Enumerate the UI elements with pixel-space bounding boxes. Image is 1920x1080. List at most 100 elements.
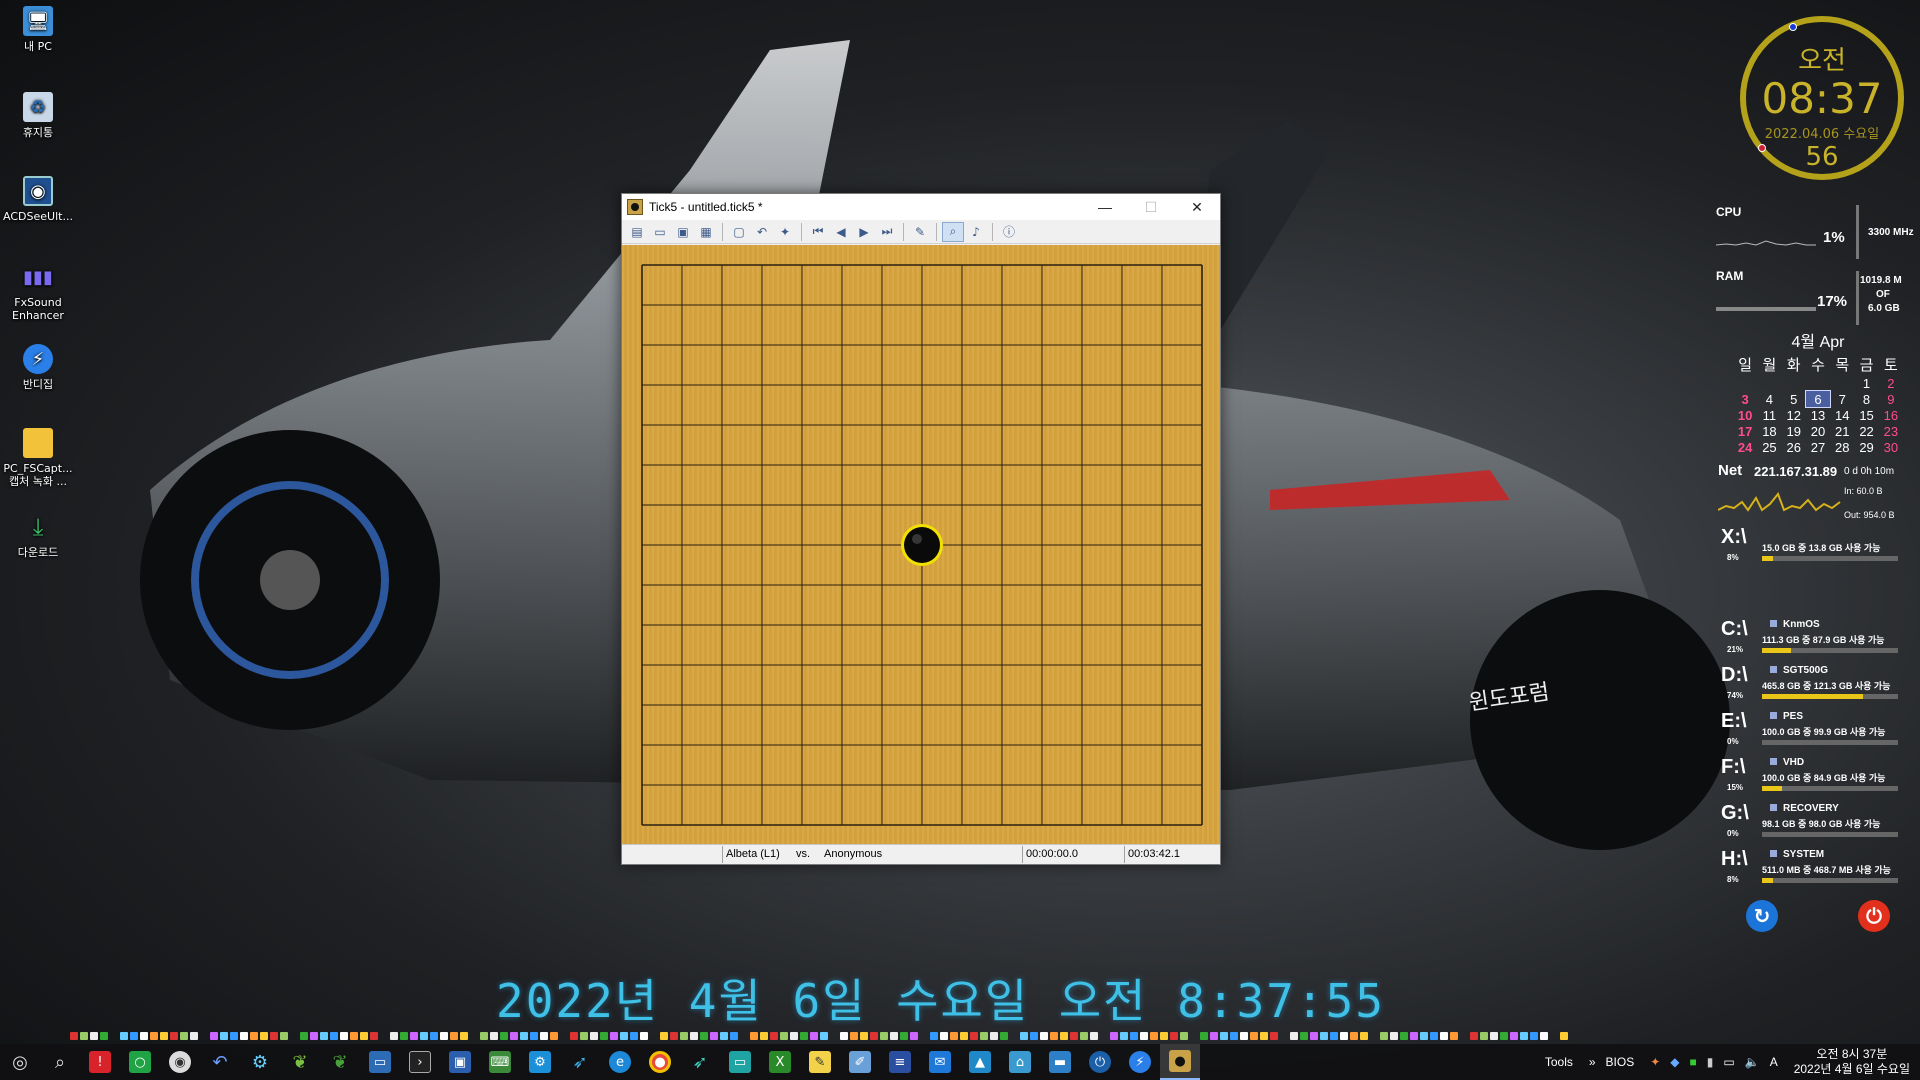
taskbar-app[interactable]: X xyxy=(760,1044,800,1080)
quick-launch-icon[interactable] xyxy=(1420,1032,1428,1040)
quick-launch-icon[interactable] xyxy=(1110,1032,1118,1040)
quick-launch-icon[interactable] xyxy=(1460,1032,1468,1040)
taskbar-app[interactable]: › xyxy=(400,1044,440,1080)
quick-launch-icon[interactable] xyxy=(230,1032,238,1040)
quick-launch-icon[interactable] xyxy=(860,1032,868,1040)
board-grid[interactable] xyxy=(622,245,1220,845)
quick-launch-icon[interactable] xyxy=(840,1032,848,1040)
save-icon[interactable]: ▣ xyxy=(672,222,694,242)
quick-launch-icon[interactable] xyxy=(770,1032,778,1040)
taskbar-app[interactable]: ✉ xyxy=(920,1044,960,1080)
restart-button[interactable]: ↻ xyxy=(1746,900,1778,932)
quick-launch-icon[interactable] xyxy=(370,1032,378,1040)
start-button[interactable]: ◎ xyxy=(0,1044,40,1080)
desktop-icon-my-pc[interactable]: 🖥 내 PC xyxy=(2,6,74,53)
quick-launch-icon[interactable] xyxy=(1490,1032,1498,1040)
taskbar-app[interactable]: ! xyxy=(80,1044,120,1080)
taskbar-app[interactable]: ▣ xyxy=(440,1044,480,1080)
quick-launch-icon[interactable] xyxy=(260,1032,268,1040)
quick-launch-icon[interactable] xyxy=(820,1032,828,1040)
quick-launch-icon[interactable] xyxy=(710,1032,718,1040)
quick-launch-icon[interactable] xyxy=(830,1032,838,1040)
quick-launch-icon[interactable] xyxy=(150,1032,158,1040)
taskbar-app[interactable]: ⚙ xyxy=(520,1044,560,1080)
quick-launch-icon[interactable] xyxy=(1200,1032,1208,1040)
tray-app-icon[interactable]: ■ xyxy=(1690,1055,1697,1069)
quick-launch-icon[interactable] xyxy=(100,1032,108,1040)
quick-launch-icon[interactable] xyxy=(530,1032,538,1040)
quick-launch-icon[interactable] xyxy=(190,1032,198,1040)
quick-launch-icon[interactable] xyxy=(90,1032,98,1040)
quick-launch-icon[interactable] xyxy=(330,1032,338,1040)
close-button[interactable]: ✕ xyxy=(1174,194,1220,220)
quick-launch-icon[interactable] xyxy=(580,1032,588,1040)
last-move-icon[interactable]: ⏭ xyxy=(876,222,898,242)
quick-launch-icon[interactable] xyxy=(180,1032,188,1040)
prev-move-icon[interactable]: ◀ xyxy=(830,222,852,242)
quick-launch-icon[interactable] xyxy=(550,1032,558,1040)
quick-launch-icon[interactable] xyxy=(310,1032,318,1040)
taskbar-app[interactable]: ✎ xyxy=(800,1044,840,1080)
quick-launch-icon[interactable] xyxy=(960,1032,968,1040)
game-board[interactable] xyxy=(622,245,1220,845)
quick-launch-icon[interactable] xyxy=(1060,1032,1068,1040)
quick-launch-icon[interactable] xyxy=(670,1032,678,1040)
quick-launch-icon[interactable] xyxy=(410,1032,418,1040)
drive-item[interactable]: F:\ 15% VHD 100.0 GB 중 84.9 GB 사용 가능 xyxy=(1718,756,1918,800)
quick-launch-icon[interactable] xyxy=(1080,1032,1088,1040)
tick5-app-icon[interactable] xyxy=(627,199,643,215)
open-icon[interactable]: ▭ xyxy=(649,222,671,242)
taskbar-app[interactable]: ↶ xyxy=(200,1044,240,1080)
quick-launch-icon[interactable] xyxy=(270,1032,278,1040)
quick-launch-icon[interactable] xyxy=(170,1032,178,1040)
quick-launch-icon[interactable] xyxy=(1550,1032,1558,1040)
quick-launch-icon[interactable] xyxy=(1040,1032,1048,1040)
quick-launch-icon[interactable] xyxy=(730,1032,738,1040)
quick-launch-icon[interactable] xyxy=(440,1032,448,1040)
desktop-icon-acdsee[interactable]: ◉ ACDSeeUlt... xyxy=(2,176,74,223)
quick-launch-icon[interactable] xyxy=(1180,1032,1188,1040)
desktop-icon-recycle-bin[interactable]: ♻ 휴지통 xyxy=(2,92,74,139)
taskbar-app[interactable]: ❦ xyxy=(320,1044,360,1080)
drive-item[interactable]: G:\ 0% RECOVERY 98.1 GB 중 98.0 GB 사용 가능 xyxy=(1718,802,1918,846)
quick-launch-icon[interactable] xyxy=(1160,1032,1168,1040)
desktop-icon-downloads[interactable]: ⤓ 다운로드 xyxy=(2,512,74,560)
undo-icon[interactable]: ↶ xyxy=(751,222,773,242)
taskbar-app[interactable]: ⏻ xyxy=(1080,1044,1120,1080)
taskbar-app[interactable]: e xyxy=(600,1044,640,1080)
zoom-icon[interactable]: ⌕ xyxy=(942,221,964,242)
quick-launch-icon[interactable] xyxy=(1090,1032,1098,1040)
quick-launch-icon[interactable] xyxy=(290,1032,298,1040)
taskbar-app[interactable]: ▭ xyxy=(720,1044,760,1080)
maximize-button[interactable]: ☐ xyxy=(1128,194,1174,220)
quick-launch-icon[interactable] xyxy=(1240,1032,1248,1040)
tray-app-icon[interactable]: ▮ xyxy=(1707,1055,1714,1069)
quick-launch-icon[interactable] xyxy=(510,1032,518,1040)
speaker-icon[interactable]: 🔈 xyxy=(1745,1055,1760,1069)
quick-launch-icon[interactable] xyxy=(1560,1032,1568,1040)
quick-launch-icon[interactable] xyxy=(480,1032,488,1040)
quick-launch-icon[interactable] xyxy=(1260,1032,1268,1040)
quick-launch-icon[interactable] xyxy=(1360,1032,1368,1040)
info-icon[interactable]: ⓘ xyxy=(998,222,1020,242)
quick-launch-icon[interactable] xyxy=(520,1032,528,1040)
quick-launch-icon[interactable] xyxy=(390,1032,398,1040)
taskbar-app[interactable]: ✐ xyxy=(840,1044,880,1080)
tray-chevron-icon[interactable]: » xyxy=(1589,1055,1596,1069)
quick-launch-icon[interactable] xyxy=(1130,1032,1138,1040)
quick-launch-icon[interactable] xyxy=(220,1032,228,1040)
taskbar-app[interactable]: ▭ xyxy=(360,1044,400,1080)
quick-launch-icon[interactable] xyxy=(120,1032,128,1040)
quick-launch-icon[interactable] xyxy=(80,1032,88,1040)
quick-launch-icon[interactable] xyxy=(1210,1032,1218,1040)
quick-launch-icon[interactable] xyxy=(1070,1032,1078,1040)
quick-launch-icon[interactable] xyxy=(1170,1032,1178,1040)
quick-launch-icon[interactable] xyxy=(1410,1032,1418,1040)
drive-item[interactable]: D:\ 74% SGT500G 465.8 GB 중 121.3 GB 사용 가능 xyxy=(1718,664,1918,708)
taskbar-app[interactable]: ❦ xyxy=(280,1044,320,1080)
next-move-icon[interactable]: ▶ xyxy=(853,222,875,242)
quick-launch-icon[interactable] xyxy=(1530,1032,1538,1040)
quick-launch-icon[interactable] xyxy=(200,1032,208,1040)
quick-launch-icon[interactable] xyxy=(1300,1032,1308,1040)
quick-launch-icon[interactable] xyxy=(590,1032,598,1040)
